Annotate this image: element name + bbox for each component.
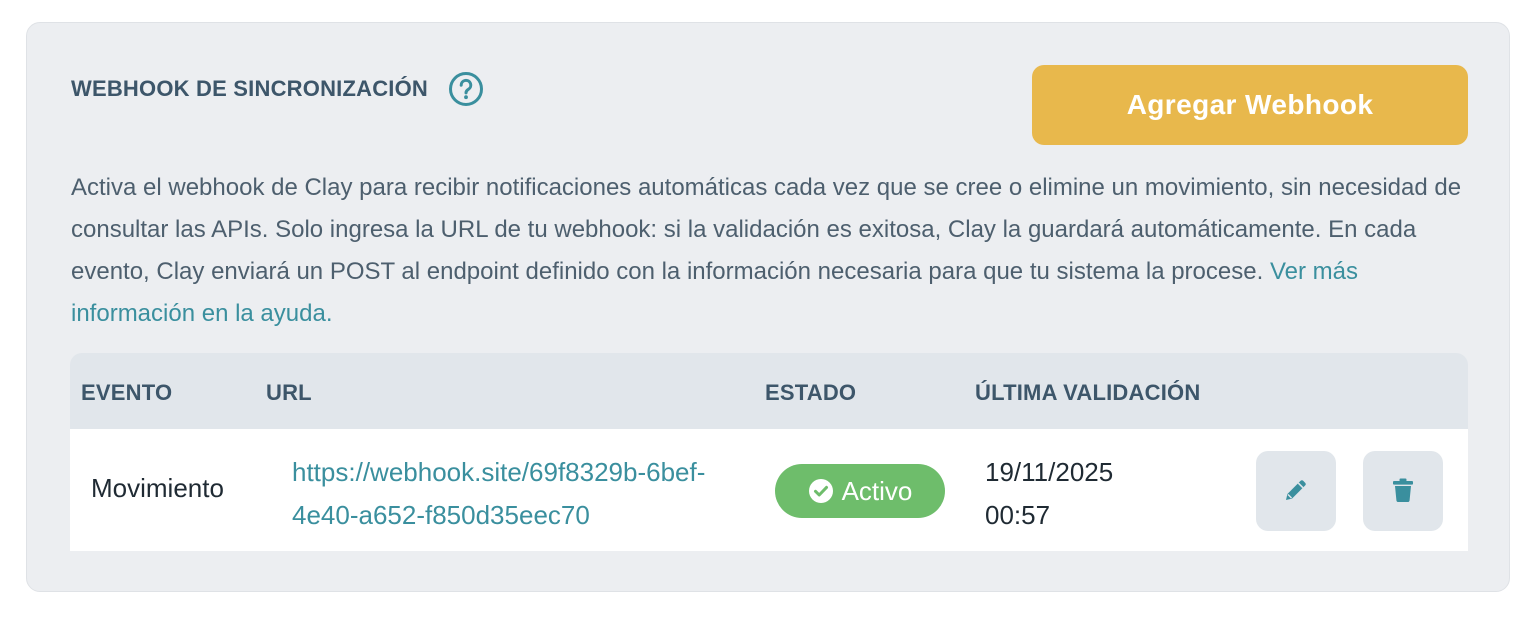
evento-cell: Movimiento [91, 473, 224, 503]
description: Activa el webhook de Clay para recibir n… [71, 167, 1471, 335]
last-validation-cell: 19/11/2025 00:57 [985, 451, 1185, 537]
pencil-icon [1281, 475, 1311, 508]
validation-time: 00:57 [985, 500, 1051, 530]
status-label: Activo [841, 475, 913, 506]
description-text: Activa el webhook de Clay para recibir n… [71, 174, 1462, 285]
add-webhook-button[interactable]: Agregar Webhook [1032, 65, 1468, 145]
validation-date: 19/11/2025 [985, 457, 1114, 487]
webhook-card: WEBHOOK DE SINCRONIZACIÓN Agregar Webhoo… [26, 22, 1510, 592]
question-circle-icon[interactable] [448, 71, 484, 107]
header-ultima-validacion: ÚLTIMA VALIDACIÓN [975, 380, 1201, 405]
table-row: Movimiento https://webhook.site/69f8329b… [70, 429, 1468, 551]
header-url: URL [266, 380, 312, 405]
trash-icon [1388, 475, 1418, 508]
status-badge: Activo [775, 464, 945, 518]
edit-button[interactable] [1256, 451, 1336, 531]
webhooks-table: EVENTO URL ESTADO ÚLTIMA VALIDACIÓN Movi… [70, 353, 1468, 551]
header-estado: ESTADO [765, 380, 857, 405]
header-evento: EVENTO [81, 380, 173, 405]
webhook-url-link[interactable]: https://webhook.site/69f8329b-6bef-4e40-… [292, 451, 712, 537]
check-circle-icon [808, 478, 834, 504]
delete-button[interactable] [1363, 451, 1443, 531]
section-title: WEBHOOK DE SINCRONIZACIÓN [71, 76, 428, 101]
table-header: EVENTO URL ESTADO ÚLTIMA VALIDACIÓN [70, 353, 1468, 429]
title-row: WEBHOOK DE SINCRONIZACIÓN [71, 71, 484, 107]
